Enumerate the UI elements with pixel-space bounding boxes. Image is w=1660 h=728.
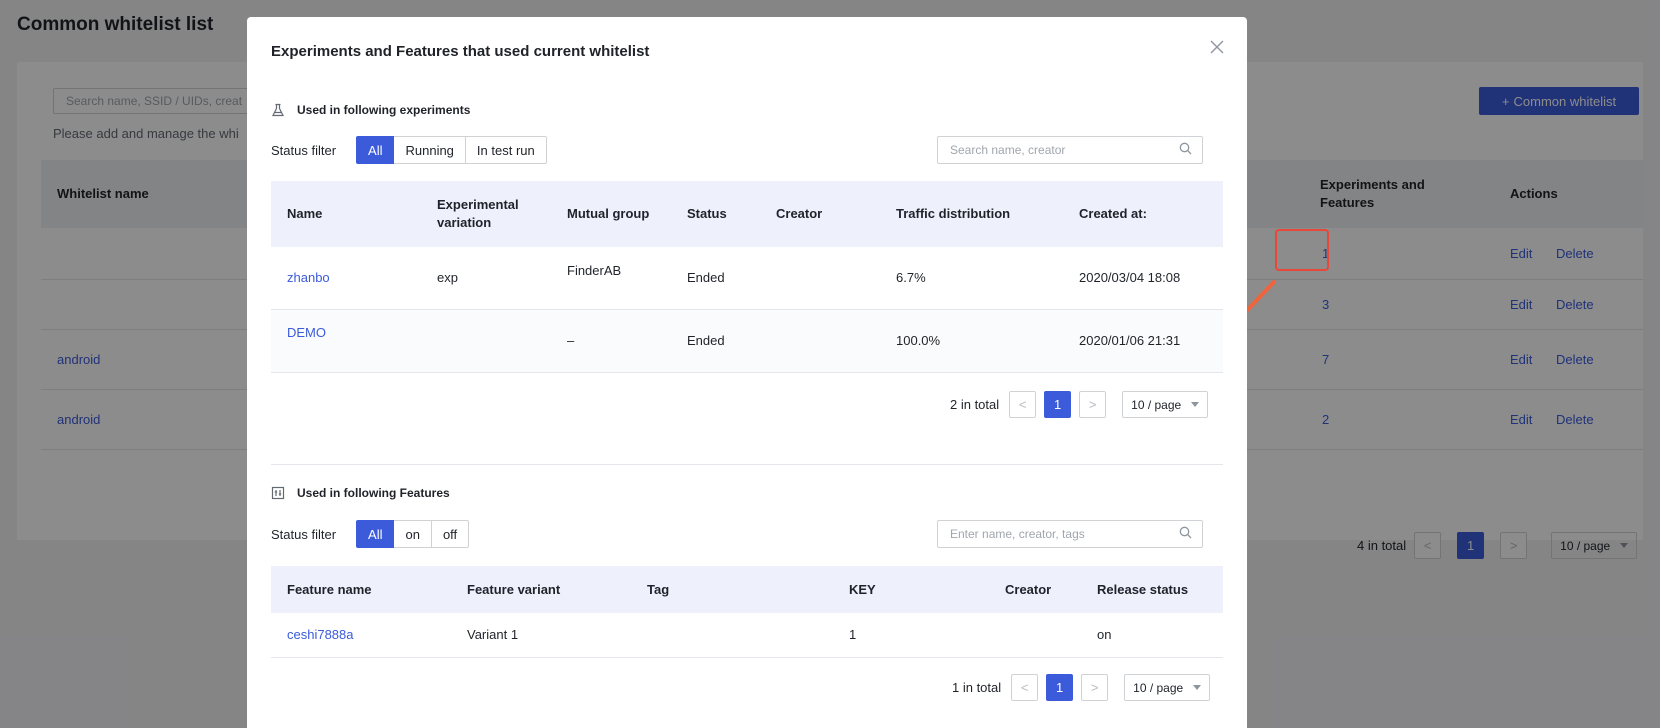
- filter-in-test-run[interactable]: In test run: [464, 136, 547, 164]
- feature-key: 1: [849, 627, 857, 642]
- experiments-table-header: Name Experimental variation Mutual group…: [271, 181, 1223, 247]
- status-filter-segmented: All on off: [356, 520, 470, 548]
- features-status-filter: Status filter All on off: [271, 520, 470, 548]
- col-creator: Creator: [776, 206, 823, 221]
- col-feature-name: Feature name: [287, 581, 372, 597]
- col-mutual-group: Mutual group: [567, 206, 650, 221]
- search-icon[interactable]: [1179, 526, 1192, 542]
- feature-toggle-icon: [271, 486, 285, 500]
- next-page-button[interactable]: >: [1081, 674, 1109, 701]
- feature-search-field: [937, 520, 1203, 548]
- features-table-header: Feature name Feature variant Tag KEY Cre…: [271, 566, 1223, 613]
- flask-icon: [271, 103, 285, 117]
- experiment-name-link[interactable]: DEMO: [287, 310, 326, 372]
- page-size-value: 10 / page: [1133, 680, 1184, 695]
- experiment-traffic: 6.7%: [896, 270, 926, 285]
- experiment-search-input[interactable]: [950, 143, 1179, 157]
- page-size-select[interactable]: 10 / page: [1124, 674, 1211, 701]
- features-section-heading: Used in following Features: [271, 486, 450, 500]
- features-heading-text: Used in following Features: [297, 486, 450, 500]
- filter-on[interactable]: on: [393, 520, 432, 548]
- experiment-created: 2020/03/04 18:08: [1079, 270, 1181, 285]
- page-size-value: 10 / page: [1131, 397, 1182, 412]
- feature-variant: Variant 1: [467, 627, 519, 642]
- experiment-group: FinderAB: [567, 263, 622, 278]
- pagination-total: 1 in total: [952, 680, 1002, 695]
- features-table: Feature name Feature variant Tag KEY Cre…: [271, 566, 1223, 658]
- filter-all[interactable]: All: [356, 520, 395, 548]
- usage-modal: Experiments and Features that used curre…: [247, 17, 1247, 728]
- prev-page-button[interactable]: <: [1009, 391, 1037, 418]
- search-icon[interactable]: [1179, 142, 1192, 158]
- experiment-variation: exp: [437, 270, 458, 285]
- col-key: KEY: [849, 581, 876, 597]
- col-tag: Tag: [647, 581, 670, 597]
- table-row: ceshi7888a Variant 1 1 on: [271, 613, 1223, 658]
- experiments-heading-text: Used in following experiments: [297, 103, 471, 117]
- status-filter-label: Status filter: [271, 142, 337, 158]
- features-pagination: 1 in total < 1 > 10 / page: [952, 674, 1211, 701]
- experiments-status-filter: Status filter All Running In test run: [271, 136, 547, 164]
- filter-running[interactable]: Running: [393, 136, 466, 164]
- col-status: Status: [687, 206, 727, 221]
- col-release-status: Release status: [1097, 581, 1189, 597]
- feature-name-link[interactable]: ceshi7888a: [287, 613, 354, 657]
- col-name: Name: [287, 206, 323, 221]
- table-row: zhanbo exp FinderAB Ended 6.7% 2020/03/0…: [271, 247, 1223, 310]
- experiment-name-link[interactable]: zhanbo: [287, 247, 330, 309]
- col-variation: Experimental variation: [437, 197, 519, 230]
- experiment-search-field: [937, 136, 1203, 164]
- col-created-at: Created at:: [1079, 206, 1147, 221]
- filter-all[interactable]: All: [356, 136, 395, 164]
- col-creator: Creator: [1005, 581, 1052, 597]
- experiment-traffic: 100.0%: [896, 333, 941, 348]
- caret-down-icon: [1191, 402, 1200, 407]
- feature-release-status: on: [1097, 627, 1112, 642]
- page-1-button[interactable]: 1: [1044, 391, 1072, 418]
- highlight-box: [1275, 229, 1329, 271]
- page-1-button[interactable]: 1: [1046, 674, 1074, 701]
- next-page-button[interactable]: >: [1079, 391, 1107, 418]
- caret-down-icon: [1193, 685, 1202, 690]
- table-row: DEMO – Ended 100.0% 2020/01/06 21:31: [271, 310, 1223, 373]
- feature-search-input[interactable]: [950, 527, 1179, 541]
- experiment-created: 2020/01/06 21:31: [1079, 333, 1181, 348]
- section-divider: [271, 464, 1223, 465]
- col-feature-variant: Feature variant: [467, 581, 561, 597]
- col-traffic: Traffic distribution: [896, 206, 1011, 221]
- status-filter-segmented: All Running In test run: [356, 136, 547, 164]
- experiments-pagination: 2 in total < 1 > 10 / page: [950, 391, 1209, 418]
- page-size-select[interactable]: 10 / page: [1122, 391, 1209, 418]
- experiments-table: Name Experimental variation Mutual group…: [271, 181, 1223, 373]
- modal-title: Experiments and Features that used curre…: [271, 43, 650, 60]
- experiment-status: Ended: [687, 333, 725, 348]
- prev-page-button[interactable]: <: [1011, 674, 1039, 701]
- filter-off[interactable]: off: [430, 520, 470, 548]
- close-icon[interactable]: [1207, 37, 1227, 57]
- status-filter-label: Status filter: [271, 526, 337, 542]
- experiment-status: Ended: [687, 270, 725, 285]
- pagination-total: 2 in total: [950, 397, 1000, 412]
- experiments-section-heading: Used in following experiments: [271, 103, 470, 117]
- experiment-group: –: [567, 333, 575, 348]
